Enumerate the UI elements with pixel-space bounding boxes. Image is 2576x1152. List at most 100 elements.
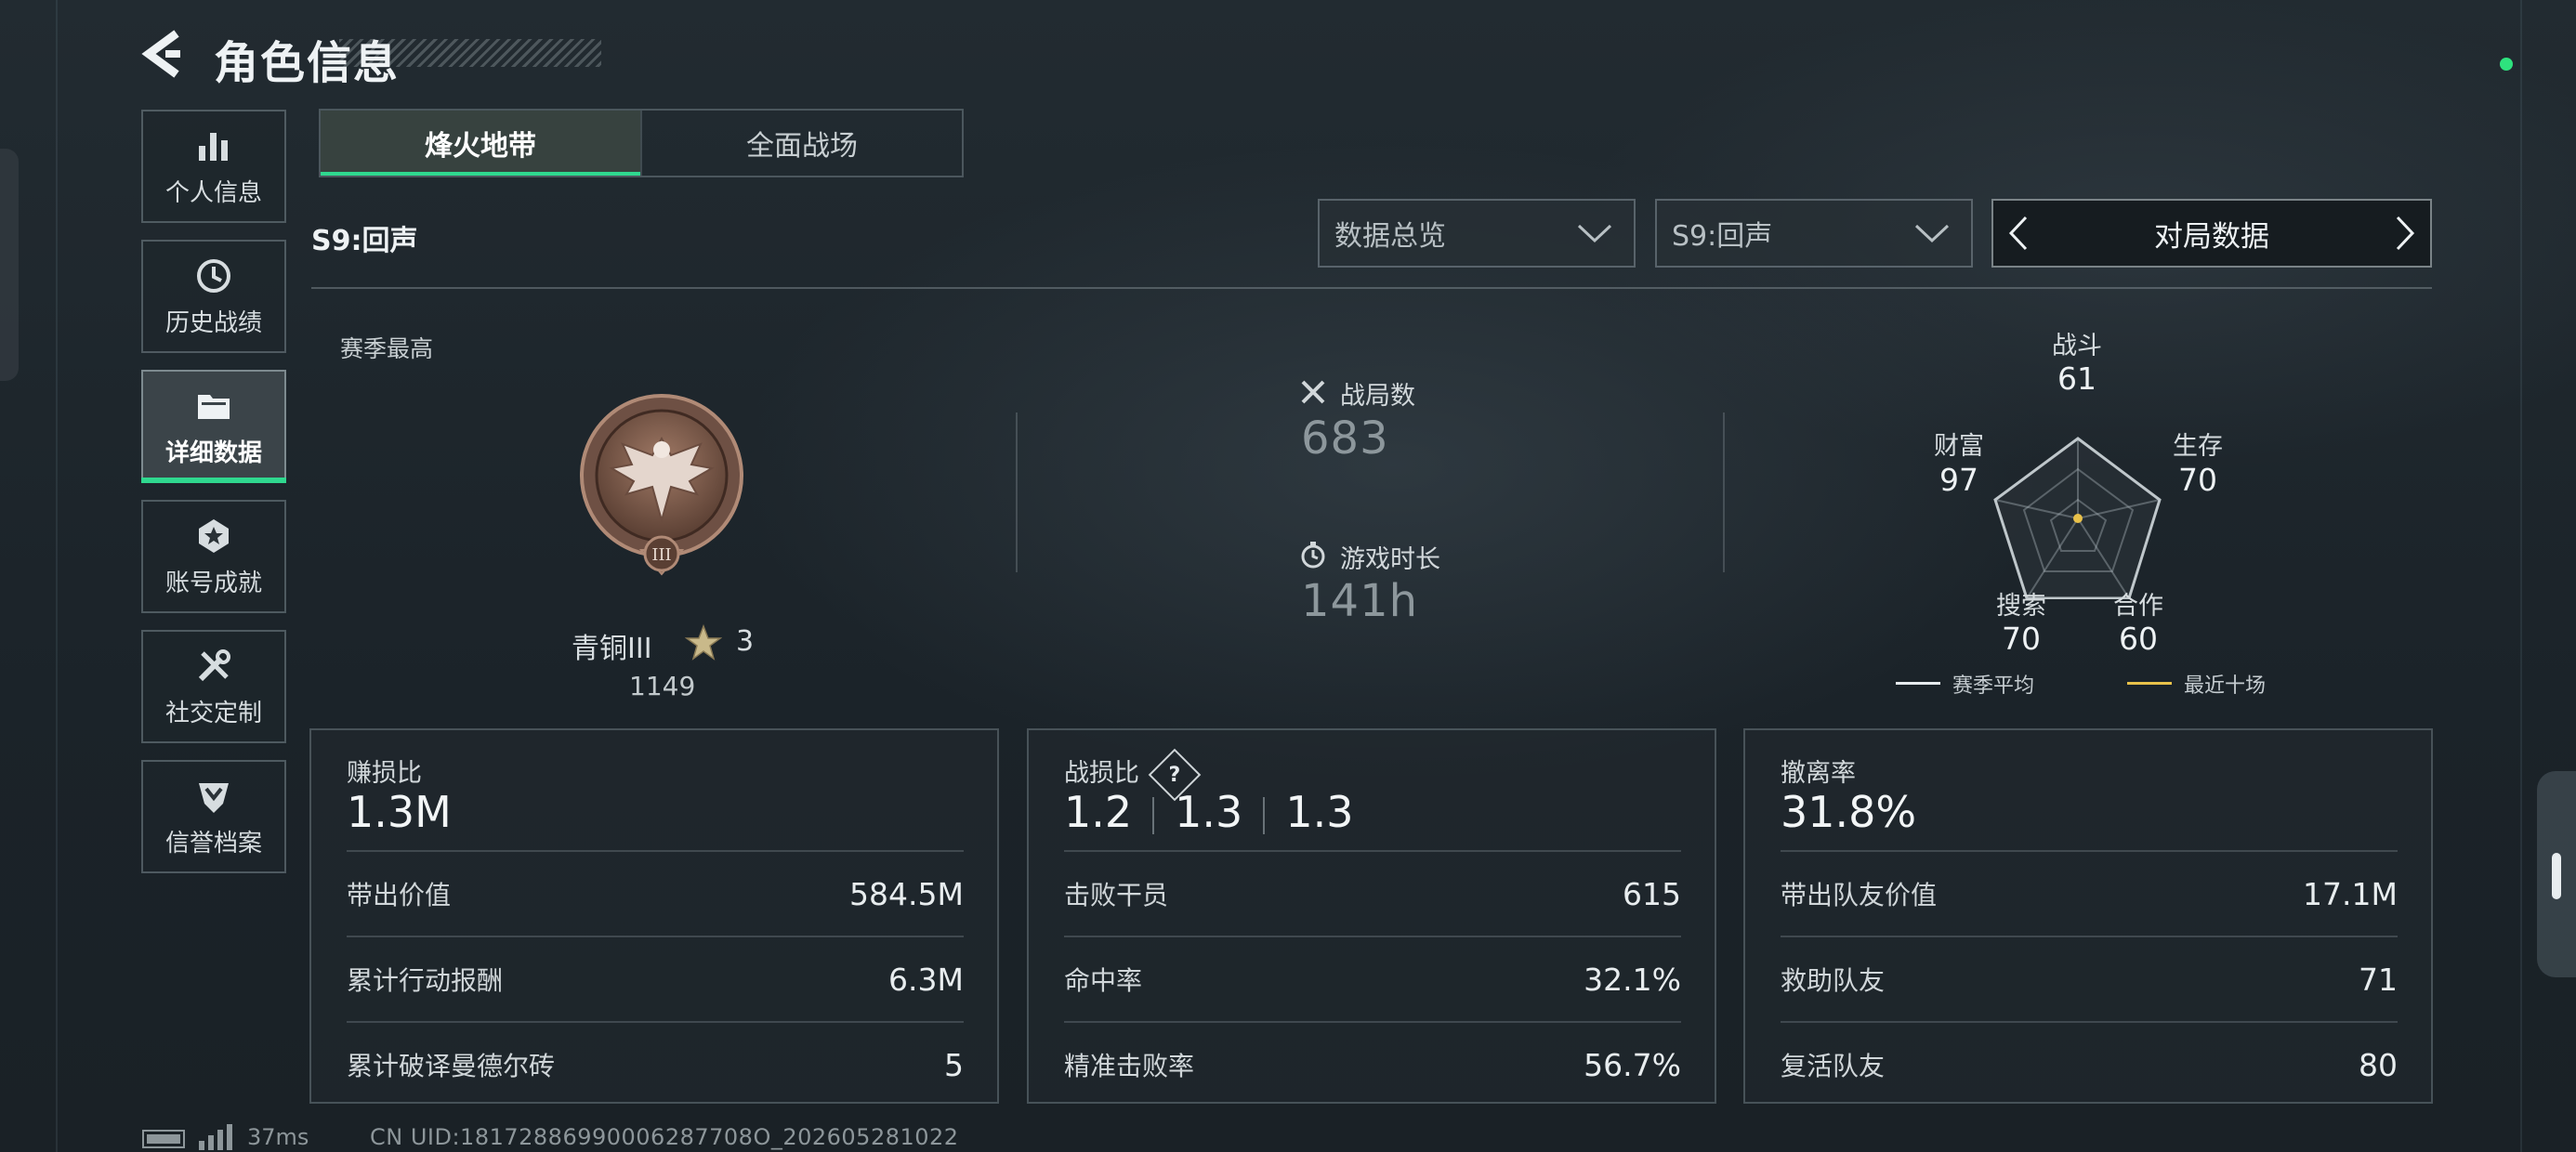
- card-row-label: 击败干员: [1064, 880, 1169, 910]
- radar-chart: [1993, 437, 2162, 599]
- ping-value: 37ms: [247, 1124, 309, 1150]
- card-row-value: 17.1M: [2303, 875, 2398, 912]
- page-title: 角色信息: [214, 37, 401, 89]
- data-type-pager: 对局数据: [1991, 199, 2432, 268]
- bar-chart-icon: [199, 132, 228, 161]
- sidebar-item-personal-info[interactable]: 个人信息: [141, 110, 286, 223]
- card-row: 精准击败率 56.7%: [1064, 1021, 1681, 1106]
- sidebar-item-label: 详细数据: [164, 439, 262, 467]
- card-row-value: 5: [944, 1046, 964, 1083]
- card-main-value: 1.3M: [347, 787, 452, 837]
- crossed-swords-icon: [1301, 380, 1325, 404]
- playtime-value: 141h: [1301, 575, 1419, 627]
- rank-star-count: 3: [736, 625, 755, 658]
- radar-value-survival: 70: [2178, 462, 2217, 498]
- card-row: 击败干员 615: [1064, 850, 1681, 936]
- card-title: 赚损比: [347, 759, 422, 788]
- card-extraction-rate: 撤离率 31.8% 带出队友价值 17.1M 救助队友 71 复活队友 80: [1743, 728, 2433, 1104]
- sidebar-item-detailed-data[interactable]: 详细数据: [141, 370, 286, 483]
- card-row-label: 命中率: [1064, 965, 1143, 996]
- playtime-label: 游戏时长: [1340, 545, 1440, 574]
- card-row: 复活队友 80: [1781, 1021, 2398, 1106]
- value-separator: [1263, 796, 1266, 834]
- vertical-divider: [1016, 412, 1018, 572]
- kd-value-1: 1.2: [1064, 787, 1133, 837]
- rank-name: 青铜III: [572, 633, 652, 665]
- card-main-values: 1.2 1.3 1.3: [1064, 787, 1353, 837]
- vertical-divider: [1723, 412, 1725, 572]
- chevron-left-icon[interactable]: [2006, 215, 2031, 252]
- season-label: S9:回声: [311, 225, 418, 257]
- radar-value-combat: 61: [2057, 360, 2096, 397]
- radar-label-combat: 战斗: [2052, 332, 2102, 360]
- pager-label: 对局数据: [2154, 219, 2269, 254]
- right-edge-handle[interactable]: [2537, 771, 2576, 977]
- radar-label-cooperation: 合作: [2113, 592, 2163, 621]
- card-row-value: 584.5M: [849, 875, 964, 912]
- chevron-right-icon[interactable]: [2393, 215, 2417, 252]
- radar-label-wealth: 财富: [1934, 432, 1984, 461]
- reputation-shield-icon: [199, 782, 229, 813]
- card-title: 撤离率: [1781, 759, 1856, 788]
- history-clock-icon: [197, 258, 230, 293]
- card-row: 累计行动报酬 6.3M: [347, 936, 964, 1021]
- tab-firezone[interactable]: 烽火地带: [321, 111, 640, 176]
- card-row-value: 6.3M: [888, 961, 964, 998]
- value-separator: [1152, 796, 1155, 834]
- sidebar-item-social[interactable]: 社交定制: [141, 630, 286, 743]
- back-arrow-icon[interactable]: [139, 28, 186, 80]
- legend-line-recent-ten: [2127, 682, 2172, 685]
- radar-value-cooperation: 60: [2119, 621, 2158, 657]
- card-row: 带出价值 584.5M: [347, 850, 964, 936]
- frame-line-right: [2520, 0, 2522, 1152]
- tools-icon: [198, 648, 230, 681]
- season-dropdown-value: S9:回声: [1672, 220, 1773, 253]
- mode-tabs: 烽火地带 全面战场: [319, 109, 964, 177]
- card-row-label: 救助队友: [1781, 965, 1886, 996]
- legend-season-avg: 赛季平均: [1952, 674, 2035, 698]
- frame-line-left: [56, 0, 58, 1152]
- legend-line-season-avg: [1896, 682, 1940, 685]
- left-edge-handle[interactable]: [0, 149, 19, 381]
- player-uid: CN UID:18172886990006287708O_20260528102…: [370, 1124, 959, 1150]
- sidebar-item-label: 账号成就: [164, 569, 262, 597]
- tab-full-battlefield[interactable]: 全面战场: [640, 111, 962, 176]
- kd-value-3: 1.3: [1285, 787, 1354, 837]
- folder-icon: [198, 394, 230, 419]
- matches-label: 战局数: [1340, 382, 1415, 411]
- card-row-label: 带出队友价值: [1781, 880, 1938, 910]
- stopwatch-icon: [1301, 542, 1325, 569]
- season-dropdown[interactable]: S9:回声: [1655, 199, 1973, 268]
- divider: [311, 287, 2432, 289]
- radar-value-wealth: 97: [1939, 462, 1978, 498]
- overview-dropdown[interactable]: 数据总览: [1318, 199, 1636, 268]
- sidebar-item-label: 信誉档案: [164, 829, 262, 857]
- sidebar-item-label: 社交定制: [164, 699, 262, 727]
- card-row-value: 56.7%: [1584, 1046, 1681, 1083]
- rank-score: 1149: [629, 671, 696, 701]
- card-title: 战损比: [1064, 759, 1139, 788]
- card-main-value: 31.8%: [1781, 787, 1917, 837]
- card-kd-ratio: 战损比? 1.2 1.3 1.3 击败干员 615 命中率 32.1% 精准击败率 …: [1027, 728, 1716, 1104]
- card-row: 累计破译曼德尔砖 5: [347, 1021, 964, 1106]
- achievement-badge-icon: [199, 518, 229, 553]
- card-row-label: 精准击败率: [1064, 1051, 1195, 1081]
- svg-text:III: III: [651, 545, 671, 565]
- bronze-rank-badge-icon: III: [580, 394, 743, 576]
- signal-icon: [199, 1124, 232, 1150]
- sidebar-item-achievements[interactable]: 账号成就: [141, 500, 286, 613]
- card-row-label: 累计破译曼德尔砖: [347, 1051, 556, 1081]
- season-best-label: 赛季最高: [340, 335, 434, 362]
- star-icon: [685, 624, 722, 661]
- card-row-value: 80: [2359, 1046, 2398, 1083]
- chevron-down-icon: [1577, 224, 1612, 243]
- card-row: 带出队友价值 17.1M: [1781, 850, 2398, 936]
- card-row-label: 带出价值: [347, 880, 452, 910]
- card-row: 命中率 32.1%: [1064, 936, 1681, 1021]
- sidebar-item-reputation[interactable]: 信誉档案: [141, 760, 286, 873]
- chevron-down-icon: [1914, 224, 1950, 243]
- radar-label-search: 搜索: [1996, 592, 2046, 621]
- sidebar-item-history[interactable]: 历史战绩: [141, 240, 286, 353]
- overview-dropdown-value: 数据总览: [1334, 220, 1446, 253]
- battery-icon: [142, 1130, 185, 1148]
